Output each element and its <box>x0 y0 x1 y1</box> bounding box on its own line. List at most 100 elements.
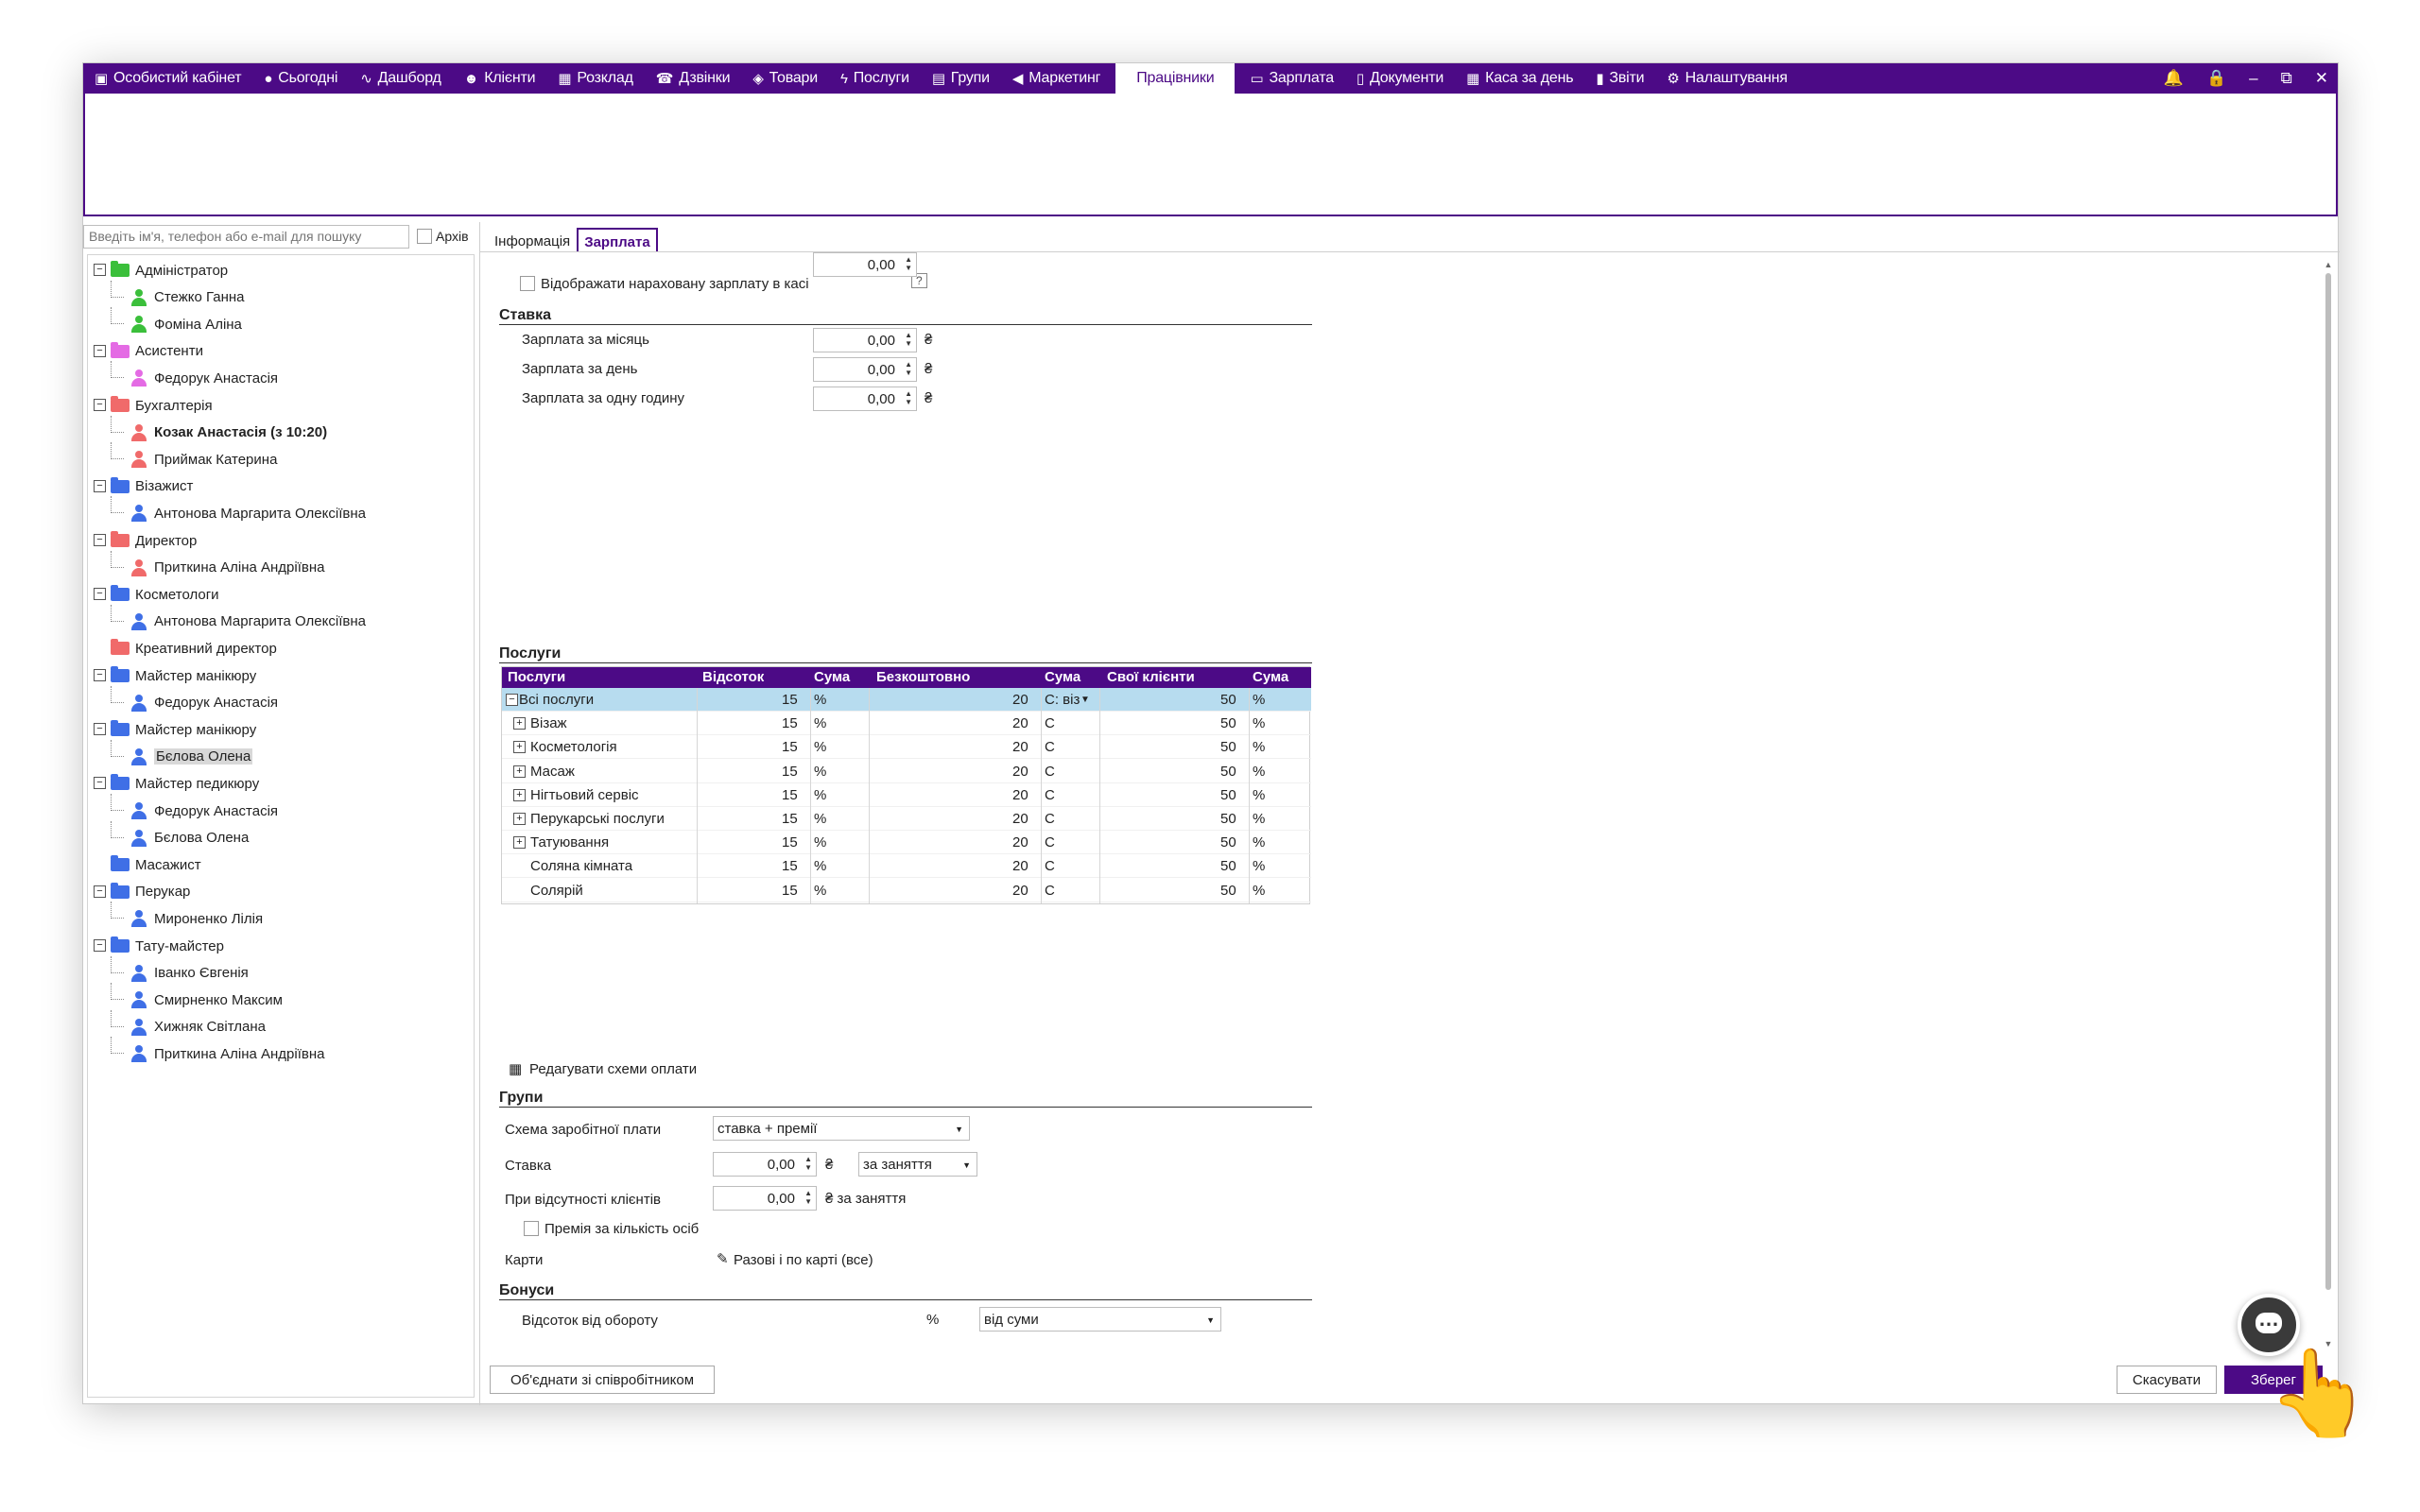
expand-icon[interactable]: + <box>513 765 526 778</box>
nav-item-0[interactable]: ▣ Особистий кабінет <box>83 63 252 94</box>
tab-salary[interactable]: Зарплата <box>577 228 658 252</box>
search-input[interactable] <box>83 224 409 249</box>
bonus-per-person-checkbox[interactable] <box>524 1221 539 1236</box>
collapse-icon[interactable]: − <box>94 669 106 681</box>
nav-item-5[interactable]: ☎ Дзвінки <box>645 63 742 94</box>
collapse-icon[interactable]: − <box>94 534 106 546</box>
merge-employee-button[interactable]: Об'єднати зі співробітником <box>490 1366 715 1394</box>
cancel-button[interactable]: Скасувати <box>2117 1366 2217 1394</box>
nav-item-3[interactable]: ☻ Клієнти <box>453 63 547 94</box>
chevron-down-icon[interactable]: ▼ <box>1080 695 1090 705</box>
grid-column-header[interactable]: Відсоток <box>702 669 764 685</box>
tree-group[interactable]: − Асистенти <box>94 340 203 363</box>
tree-employee[interactable]: Федорук Анастасія <box>111 685 278 714</box>
grid-row[interactable]: + Татуювання 15% 20 С 50% <box>502 831 1311 855</box>
lock-icon[interactable]: 🔒 <box>2206 69 2226 88</box>
close-icon[interactable]: ✕ <box>2315 69 2328 88</box>
tree-group[interactable]: Масажист <box>111 853 201 876</box>
nav-item-14[interactable]: ▮ Звіти <box>1584 63 1655 94</box>
grid-row[interactable]: + Візаж 15% 20 С 50% <box>502 712 1311 736</box>
nav-item-11[interactable]: ▭ Зарплата <box>1238 63 1344 94</box>
tree-employee[interactable]: Смирненко Максим <box>111 983 283 1011</box>
nav-item-7[interactable]: ϟ Послуги <box>829 63 921 94</box>
expand-icon[interactable]: + <box>513 717 526 730</box>
bell-icon[interactable]: 🔔 <box>2164 69 2184 88</box>
show-accrued-checkbox[interactable] <box>520 276 535 291</box>
tree-employee[interactable]: Приткина Аліна Андріївна <box>111 550 324 579</box>
tree-employee[interactable]: Стежко Ганна <box>111 280 245 309</box>
collapse-icon[interactable]: − <box>94 723 106 736</box>
tree-employee[interactable]: Федорук Анастасія <box>111 361 278 389</box>
nav-item-6[interactable]: ◈ Товари <box>741 63 829 94</box>
collapse-icon[interactable]: − <box>94 264 106 276</box>
cards-value-link[interactable]: Разові і по карті (все) <box>734 1252 873 1268</box>
tree-employee[interactable]: Приткина Аліна Андріївна <box>111 1037 324 1065</box>
nav-item-10[interactable]: Працівники <box>1115 63 1236 94</box>
group-rate-input[interactable]: 0,00 ▲ ▼ <box>713 1152 817 1177</box>
tree-group[interactable]: − Перукар <box>94 881 190 903</box>
spinner-icon[interactable]: ▲ ▼ <box>804 1155 812 1172</box>
tree-employee[interactable]: Бєлова Олена <box>111 820 249 850</box>
edit-schemes-link[interactable]: Редагувати схеми оплати <box>529 1061 697 1077</box>
scheme-select[interactable]: ставка + премії ▼ <box>713 1116 970 1141</box>
rate-input[interactable]: 0,00 ▲ ▼ <box>813 328 917 352</box>
collapse-icon[interactable]: − <box>94 885 106 898</box>
expand-icon[interactable]: + <box>513 788 526 801</box>
nav-item-1[interactable]: ● Сьогодні <box>252 63 349 94</box>
tree-employee[interactable]: Фоміна Аліна <box>111 307 242 335</box>
tree-group[interactable]: − Майстер манікюру <box>94 718 256 741</box>
tree-employee[interactable]: Іванко Євгенія <box>111 955 249 985</box>
tree-group[interactable]: − Майстер педикюру <box>94 772 259 795</box>
nav-item-4[interactable]: ▦ Розклад <box>546 63 644 94</box>
tree-group[interactable]: − Візажист <box>94 475 193 498</box>
grid-column-header[interactable]: Свої клієнти <box>1107 669 1195 685</box>
grid-column-header[interactable]: Сума <box>1045 669 1080 685</box>
grid-row[interactable]: − Всі послуги 15% 20 С: віз 50% ▼ <box>502 688 1311 712</box>
vertical-scrollbar[interactable]: ▲ ▼ <box>2323 260 2334 1349</box>
nav-item-15[interactable]: ⚙ Налаштування <box>1655 63 1798 94</box>
tab-info[interactable]: Інформація <box>488 228 577 252</box>
tree-employee[interactable]: Мироненко Лілія <box>111 902 263 930</box>
collapse-icon[interactable]: − <box>94 344 106 357</box>
archive-checkbox[interactable] <box>417 229 432 244</box>
tree-group[interactable]: − Майстер манікюру <box>94 664 256 687</box>
pencil-icon[interactable]: ✎ <box>717 1250 729 1267</box>
grid-row[interactable]: + Нігтьовий сервіс 15% 20 С 50% <box>502 783 1311 807</box>
turnover-input[interactable]: 0,00 ▲ ▼ <box>813 252 917 277</box>
grid-row[interactable]: Солярій 15% 20 С 50% <box>502 879 1311 902</box>
grid-column-header[interactable]: Сума <box>1253 669 1288 685</box>
nav-item-9[interactable]: ◀ Маркетинг <box>1001 63 1112 94</box>
group-rate-per-select[interactable]: за заняття ▼ <box>858 1152 977 1177</box>
expand-icon[interactable]: + <box>513 813 526 825</box>
tree-employee[interactable]: Антонова Маргарита Олексіївна <box>111 496 366 524</box>
scroll-up-icon[interactable]: ▲ <box>2323 260 2334 269</box>
grid-row[interactable]: + Косметологія 15% 20 С 50% <box>502 735 1311 760</box>
grid-column-header[interactable]: Сума <box>814 669 850 685</box>
spinner-icon[interactable]: ▲ ▼ <box>905 331 912 348</box>
grid-row[interactable]: Соляна кімната 15% 20 С 50% <box>502 854 1311 879</box>
collapse-icon[interactable]: − <box>94 939 106 952</box>
archive-toggle[interactable]: Архів <box>417 229 469 244</box>
collapse-icon[interactable]: − <box>94 399 106 411</box>
nav-item-2[interactable]: ∿ Дашборд <box>349 63 452 94</box>
collapse-icon[interactable]: − <box>94 588 106 601</box>
collapse-icon[interactable]: − <box>94 479 106 492</box>
rate-input[interactable]: 0,00 ▲ ▼ <box>813 357 917 382</box>
tree-group[interactable]: − Косметологи <box>94 583 219 606</box>
scrollbar-thumb[interactable] <box>2325 273 2331 1290</box>
collapse-icon[interactable]: − <box>94 777 106 790</box>
tree-employee[interactable]: Хижняк Світлана <box>111 1009 266 1039</box>
spinner-icon[interactable]: ▲ ▼ <box>905 255 912 272</box>
minimize-icon[interactable]: – <box>2249 69 2257 88</box>
tree-employee[interactable]: Приймак Катерина <box>111 442 277 471</box>
rate-input[interactable]: 0,00 ▲ ▼ <box>813 387 917 411</box>
grid-row[interactable]: + Масаж 15% 20 С 50% <box>502 760 1311 783</box>
spinner-icon[interactable]: ▲ ▼ <box>804 1189 812 1206</box>
tree-group[interactable]: − Директор <box>94 529 197 552</box>
tree-employee[interactable]: Федорук Анастасія <box>111 794 278 822</box>
expand-icon[interactable]: + <box>513 741 526 754</box>
nav-item-12[interactable]: ▯ Документи <box>1345 63 1455 94</box>
expand-icon[interactable]: + <box>513 836 526 850</box>
nav-item-8[interactable]: ▤ Групи <box>921 63 1001 94</box>
turnover-from-select[interactable]: від суми ▼ <box>979 1307 1221 1332</box>
